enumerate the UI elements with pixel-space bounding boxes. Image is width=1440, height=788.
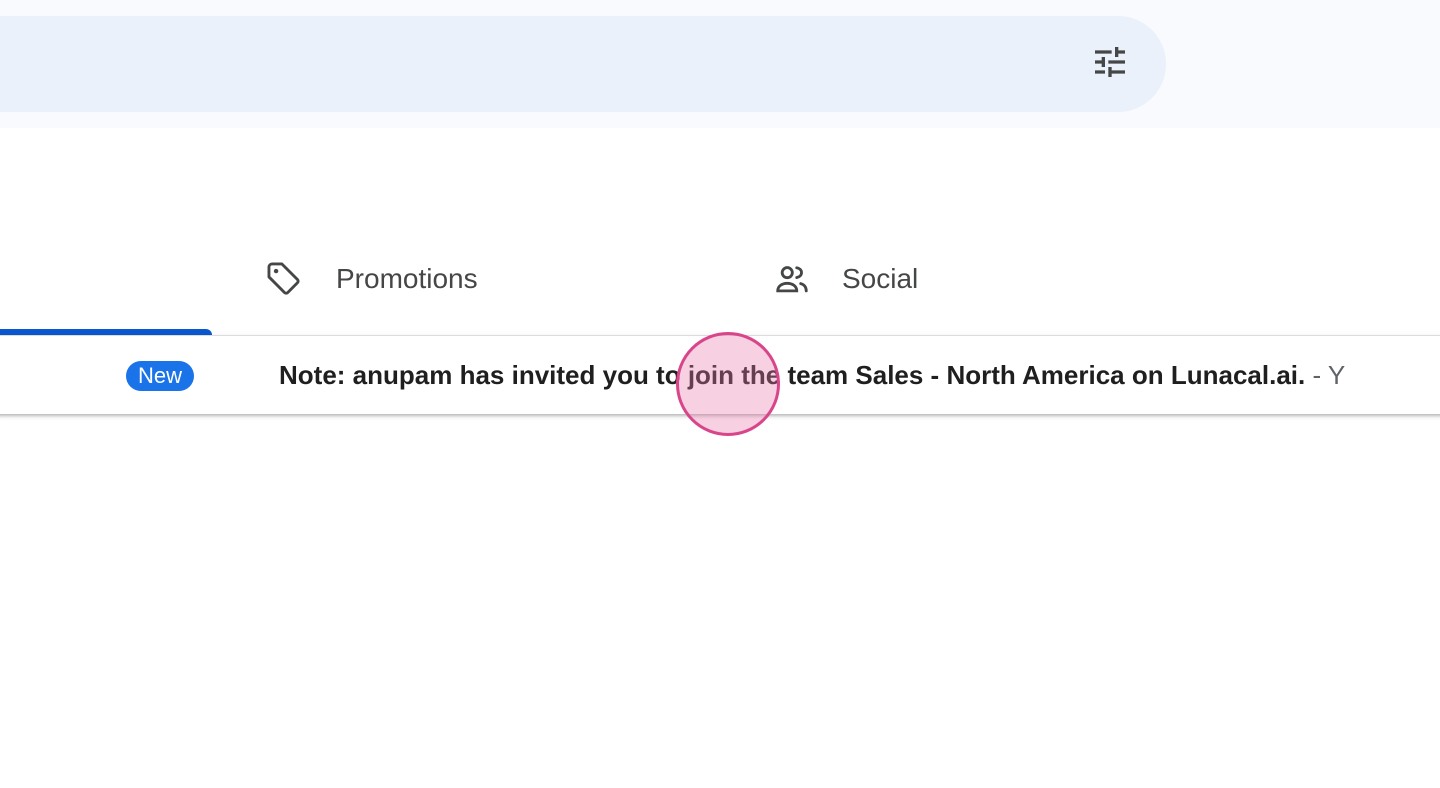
email-sender: ai bbox=[0, 336, 2, 414]
search-options-button[interactable] bbox=[1082, 34, 1138, 90]
tab-promotions-label: Promotions bbox=[336, 263, 478, 294]
email-subject: Note: anupam has invited you to join the… bbox=[279, 360, 1306, 390]
tune-icon bbox=[1095, 47, 1125, 77]
tab-social-label: Social bbox=[842, 263, 919, 294]
email-snippet: - Y bbox=[1305, 360, 1346, 390]
tab-promotions[interactable]: Promotions bbox=[248, 240, 728, 318]
email-row[interactable]: ai New Note: anupam has invited you to j… bbox=[0, 336, 1440, 414]
new-badge: New bbox=[126, 361, 195, 391]
top-bar bbox=[0, 0, 1440, 128]
email-subject-line: Note: anupam has invited you to join the… bbox=[279, 336, 1345, 414]
search-bar[interactable] bbox=[0, 16, 1166, 112]
people-icon bbox=[756, 240, 828, 318]
tag-icon bbox=[248, 240, 320, 318]
tab-social[interactable]: Social bbox=[756, 240, 1236, 318]
